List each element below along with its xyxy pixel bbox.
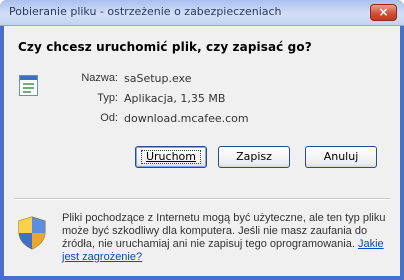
- cancel-button[interactable]: Anuluj: [305, 146, 377, 168]
- from-label: Od:: [100, 112, 118, 124]
- security-warning: Pliki pochodzące z Internetu mogą być uż…: [62, 212, 394, 264]
- file-source-value: download.mcafee.com: [124, 112, 249, 125]
- type-label: Typ:: [97, 92, 118, 104]
- focus-rectangle: [141, 150, 201, 164]
- dialog-question: Czy chcesz uruchomić plik, czy zapisać g…: [18, 40, 312, 54]
- file-type-value: Aplikacja, 1,35 MB: [124, 92, 226, 105]
- save-button-label: Zapisz: [236, 150, 272, 163]
- close-button[interactable]: ×: [370, 4, 397, 21]
- file-info-labels: Nazwa: Typ: Od:: [64, 72, 118, 132]
- save-button[interactable]: Zapisz: [218, 146, 290, 168]
- window-title: Pobieranie pliku - ostrzeżenie o zabezpi…: [9, 5, 282, 18]
- application-file-icon: [19, 75, 38, 96]
- dialog-body: Czy chcesz uruchomić plik, czy zapisać g…: [4, 26, 400, 276]
- title-bar[interactable]: Pobieranie pliku - ostrzeżenie o zabezpi…: [0, 0, 404, 26]
- name-label: Nazwa:: [81, 72, 118, 84]
- security-shield-icon: [18, 216, 46, 250]
- cancel-button-label: Anuluj: [323, 150, 359, 163]
- separator: [14, 198, 390, 200]
- download-warning-window: Pobieranie pliku - ostrzeżenie o zabezpi…: [0, 0, 404, 280]
- file-info-values: saSetup.exe Aplikacja, 1,35 MB download.…: [124, 72, 384, 132]
- run-button[interactable]: Uruchom: [135, 146, 207, 168]
- warning-text: Pliki pochodzące z Internetu mogą być uż…: [62, 212, 386, 250]
- file-name-value: saSetup.exe: [124, 72, 192, 85]
